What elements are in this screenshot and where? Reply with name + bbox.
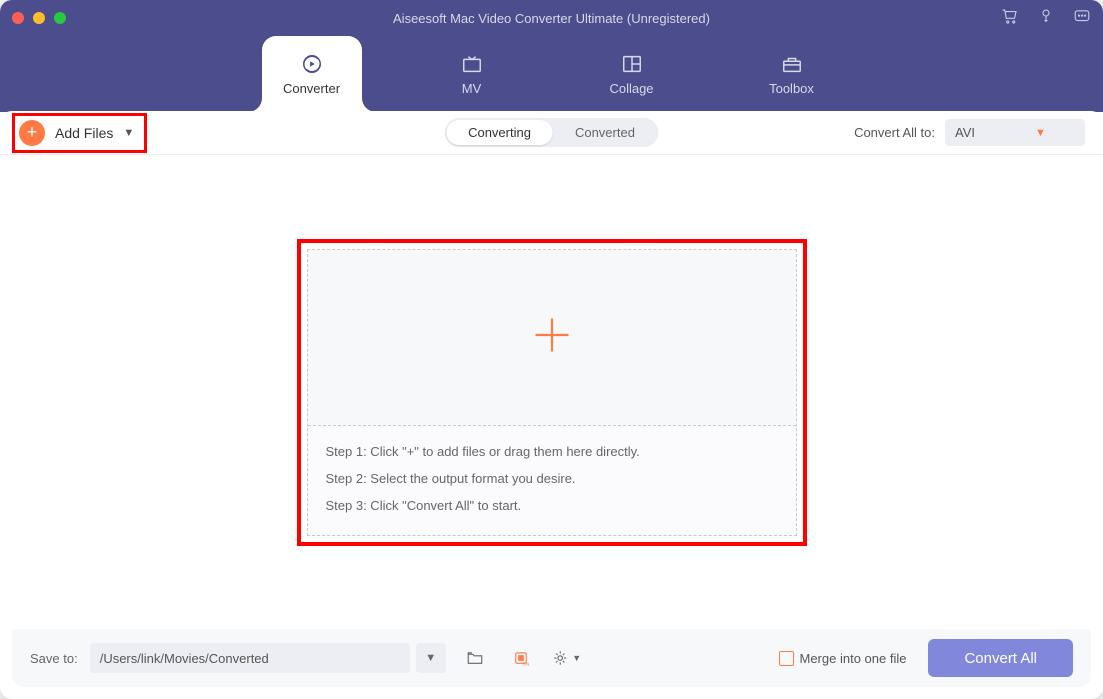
segment-converting[interactable]: Converting: [446, 120, 553, 145]
feedback-icon[interactable]: [1073, 7, 1091, 30]
add-files-button[interactable]: + Add Files ▼: [12, 113, 147, 153]
format-select[interactable]: AVI ▼: [945, 119, 1085, 146]
titlebar: Aiseesoft Mac Video Converter Ultimate (…: [0, 0, 1103, 36]
step-2: Step 2: Select the output format you des…: [326, 471, 778, 486]
main-area: Step 1: Click "+" to add files or drag t…: [12, 155, 1091, 629]
convert-all-to-label: Convert All to:: [854, 125, 935, 140]
folder-icon: [466, 649, 484, 667]
gpu-accel-button[interactable]: ON: [504, 643, 538, 673]
toolbox-icon: [779, 53, 805, 75]
nav-toolbox[interactable]: Toolbox: [742, 36, 842, 112]
mv-icon: [459, 53, 485, 75]
nav-mv-label: MV: [462, 81, 482, 96]
instruction-steps: Step 1: Click "+" to add files or drag t…: [308, 426, 796, 535]
drop-add-area[interactable]: [308, 250, 796, 426]
merge-checkbox[interactable]: [779, 651, 794, 666]
key-icon[interactable]: [1037, 7, 1055, 30]
minimize-window-button[interactable]: [33, 12, 45, 24]
sub-toolbar: + Add Files ▼ Converting Converted Conve…: [0, 111, 1103, 155]
chevron-down-icon[interactable]: ▼: [123, 127, 134, 139]
chevron-down-icon: ▼: [1035, 127, 1046, 139]
main-nav: Converter MV Collage Toolbox: [0, 36, 1103, 112]
segment-converted[interactable]: Converted: [553, 120, 657, 145]
app-window: Aiseesoft Mac Video Converter Ultimate (…: [0, 0, 1103, 699]
save-path-field[interactable]: /Users/link/Movies/Converted: [90, 643, 410, 673]
cart-icon[interactable]: [1001, 7, 1019, 30]
format-value: AVI: [955, 125, 975, 140]
nav-mv[interactable]: MV: [422, 36, 522, 112]
window-title: Aiseesoft Mac Video Converter Ultimate (…: [0, 11, 1103, 26]
nav-collage-label: Collage: [609, 81, 653, 96]
drop-zone[interactable]: Step 1: Click "+" to add files or drag t…: [307, 249, 797, 536]
chip-icon: ON: [512, 649, 530, 667]
drop-zone-highlight: Step 1: Click "+" to add files or drag t…: [297, 239, 807, 546]
step-1: Step 1: Click "+" to add files or drag t…: [326, 444, 778, 459]
chevron-down-icon: ▼: [572, 653, 581, 663]
title-action-icons: [1001, 7, 1091, 30]
save-path-value: /Users/link/Movies/Converted: [100, 651, 269, 666]
collage-icon: [619, 53, 645, 75]
bottom-bar: Save to: /Users/link/Movies/Converted ▼ …: [12, 629, 1091, 687]
add-files-label: Add Files: [55, 125, 113, 141]
save-path-dropdown[interactable]: ▼: [416, 643, 446, 673]
convert-all-to: Convert All to: AVI ▼: [854, 119, 1085, 146]
settings-button[interactable]: ▼: [550, 643, 584, 673]
nav-converter[interactable]: Converter: [262, 36, 362, 112]
nav-converter-label: Converter: [283, 81, 340, 96]
nav-collage[interactable]: Collage: [582, 36, 682, 112]
open-folder-button[interactable]: [458, 643, 492, 673]
merge-checkbox-wrap[interactable]: Merge into one file: [779, 651, 907, 666]
big-plus-icon: [530, 313, 574, 362]
converter-icon: [299, 53, 325, 75]
save-to-label: Save to:: [30, 651, 78, 666]
gear-icon: [552, 649, 570, 667]
step-3: Step 3: Click "Convert All" to start.: [326, 498, 778, 513]
close-window-button[interactable]: [12, 12, 24, 24]
nav-toolbox-label: Toolbox: [769, 81, 814, 96]
svg-text:ON: ON: [522, 662, 529, 667]
traffic-lights: [12, 12, 66, 24]
plus-icon: +: [19, 120, 45, 146]
maximize-window-button[interactable]: [54, 12, 66, 24]
convert-all-button[interactable]: Convert All: [928, 639, 1073, 677]
status-segment: Converting Converted: [444, 118, 659, 147]
merge-label: Merge into one file: [800, 651, 907, 666]
